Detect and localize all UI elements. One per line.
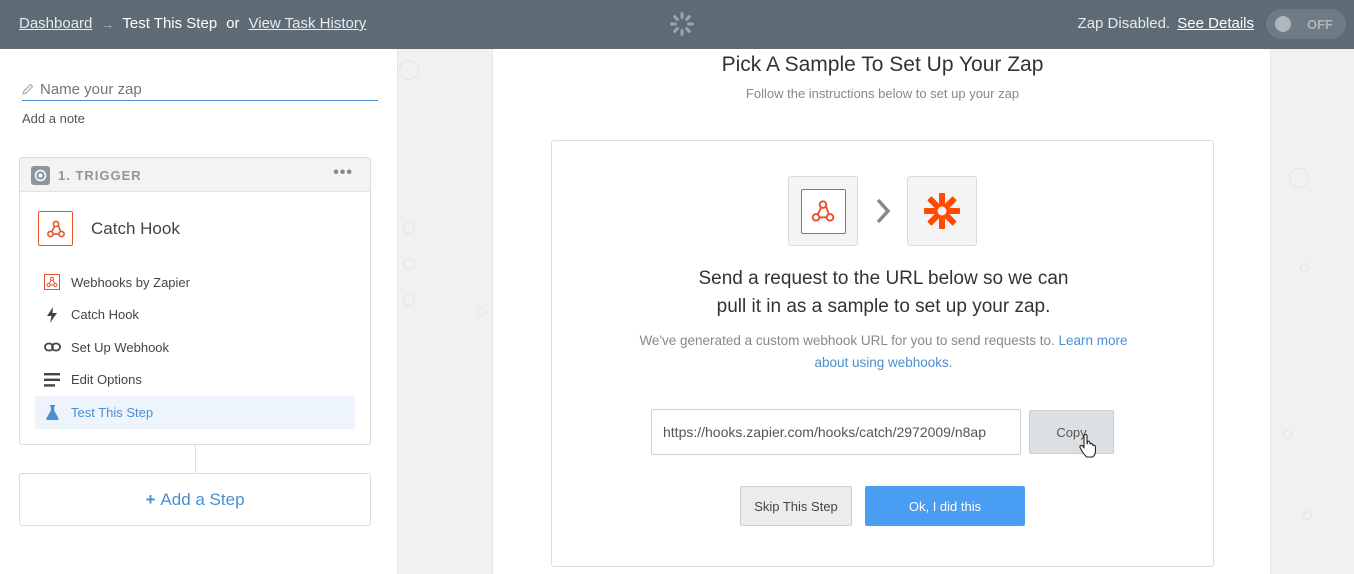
webhook-url-input[interactable]	[651, 409, 1021, 455]
sample-instructions-card: Send a request to the URL below so we ca…	[551, 140, 1214, 567]
background-decoration	[403, 222, 415, 234]
step-catch-hook[interactable]: Catch Hook	[35, 299, 355, 332]
zap-status: Zap Disabled. See Details	[1078, 15, 1254, 32]
request-line-1: Send a request to the URL below so we ca…	[698, 268, 1069, 289]
top-bar: Dashboard → Test This Step or View Task …	[0, 0, 1354, 49]
trigger-card: 1. TRIGGER ••• Catch Hook Webhooks by Za…	[19, 157, 371, 445]
copy-button[interactable]: Copy	[1029, 410, 1114, 454]
background-decoration	[1303, 511, 1312, 520]
background-decoration	[477, 307, 486, 316]
background-decoration	[399, 60, 419, 80]
webhook-logo-icon	[800, 188, 846, 234]
zap-name-input[interactable]	[40, 80, 360, 98]
left-panel: Add a note 1. TRIGGER •••	[0, 49, 398, 574]
background-decoration	[1300, 263, 1309, 272]
app-connection-logos	[788, 176, 977, 246]
breadcrumb: Dashboard → Test This Step or View Task …	[19, 15, 366, 32]
link-icon	[43, 338, 61, 356]
step-connector-line	[195, 445, 196, 473]
trigger-app-title: Catch Hook	[91, 218, 180, 238]
background-decoration	[1289, 168, 1309, 188]
chevron-right-icon	[858, 197, 907, 225]
request-line-2: pull it in as a sample to set up your za…	[716, 296, 1051, 317]
ok-i-did-this-button[interactable]: Ok, I did this	[865, 486, 1025, 526]
step-webhooks-by-zapier[interactable]: Webhooks by Zapier	[35, 266, 355, 299]
step-label: Set Up Webhook	[71, 339, 170, 355]
step-set-up-webhook[interactable]: Set Up Webhook	[35, 331, 355, 364]
background-decoration	[403, 294, 415, 306]
trigger-app-row: Catch Hook	[38, 211, 180, 246]
background-decoration	[403, 258, 415, 270]
step-label: Edit Options	[71, 372, 142, 388]
more-options-icon[interactable]: •••	[333, 164, 353, 182]
zapier-logo-icon	[924, 193, 960, 229]
bolt-icon	[43, 306, 61, 324]
add-step-button[interactable]: + Add a Step	[19, 473, 371, 526]
see-details-link[interactable]: See Details	[1177, 15, 1254, 32]
task-history-link[interactable]: View Task History	[249, 15, 367, 32]
toggle-label: OFF	[1307, 17, 1333, 32]
page-subtitle: Follow the instructions below to set up …	[745, 86, 1020, 101]
hand-pointer-cursor-icon	[1079, 434, 1097, 458]
pencil-icon	[22, 83, 34, 95]
step-label: Catch Hook	[71, 307, 139, 323]
trigger-header[interactable]: 1. TRIGGER •••	[20, 158, 370, 192]
webhook-icon	[43, 273, 61, 291]
zap-on-off-toggle[interactable]: OFF	[1266, 9, 1346, 39]
webhook-logo-box	[788, 176, 858, 246]
trigger-step-icon	[31, 166, 50, 185]
zap-status-text: Zap Disabled.	[1077, 15, 1171, 32]
skip-this-step-button[interactable]: Skip This Step	[740, 486, 852, 526]
webhook-description: We've generated a custom webhook URL for…	[637, 330, 1130, 374]
breadcrumb-arrow: →	[100, 15, 115, 32]
webhook-app-icon	[38, 211, 73, 246]
breadcrumb-dashboard-link[interactable]: Dashboard	[19, 15, 92, 32]
breadcrumb-current: Test This Step	[122, 15, 218, 32]
loading-spinner-icon	[670, 12, 694, 36]
zap-name-field-wrapper	[22, 78, 378, 101]
step-label: Webhooks by Zapier	[71, 274, 190, 290]
webhook-description-text: We've generated a custom webhook URL for…	[639, 333, 1059, 348]
background-decoration	[1283, 430, 1292, 439]
add-note-link[interactable]: Add a note	[22, 111, 85, 126]
main-panel: Pick A Sample To Set Up Your Zap Follow …	[492, 49, 1271, 574]
step-label: Test This Step	[71, 404, 154, 420]
breadcrumb-or: or	[226, 15, 240, 32]
request-instructions: Send a request to the URL below so we ca…	[552, 265, 1215, 321]
plus-icon: +	[145, 489, 156, 509]
add-step-label: Add a Step	[160, 489, 245, 509]
zapier-logo-box	[907, 176, 977, 246]
toggle-knob	[1275, 16, 1291, 32]
list-icon	[43, 371, 61, 389]
trigger-label: 1. TRIGGER	[58, 168, 142, 183]
step-test-this-step[interactable]: Test This Step	[35, 396, 355, 429]
page-title: Pick A Sample To Set Up Your Zap	[721, 53, 1044, 76]
flask-icon	[43, 403, 61, 421]
trigger-steps-list: Webhooks by Zapier Catch Hook Set Up Web…	[35, 266, 355, 429]
step-edit-options[interactable]: Edit Options	[35, 364, 355, 397]
